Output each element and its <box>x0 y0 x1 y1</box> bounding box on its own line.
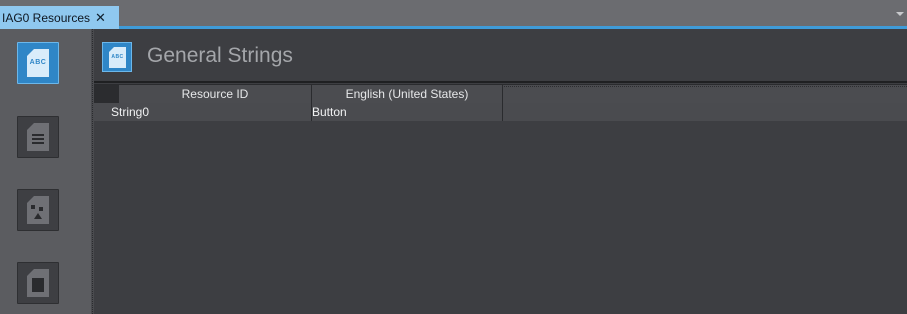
rail-item-images[interactable] <box>17 189 59 231</box>
abc-document-icon: ABC <box>27 49 49 77</box>
file-document-icon <box>27 269 49 297</box>
rail-item-general-strings[interactable]: ABC <box>17 42 59 84</box>
editor-header: ABC General Strings <box>94 29 907 83</box>
tab-overflow-chevron-down-icon[interactable] <box>896 12 904 16</box>
tab-iag0-resources[interactable]: IAG0 Resources ✕ <box>0 6 119 29</box>
table-row[interactable]: String0 Button <box>94 103 907 121</box>
shapes-document-icon <box>27 196 49 224</box>
cell-english-us[interactable]: Button <box>312 103 503 121</box>
close-icon[interactable]: ✕ <box>95 7 106 29</box>
cell-resource-id[interactable]: String0 <box>94 103 312 121</box>
column-header-english-us[interactable]: English (United States) <box>312 85 503 103</box>
row-header-corner[interactable] <box>94 85 119 103</box>
page-title: General Strings <box>147 44 293 67</box>
table-header-row: Resource ID English (United States) <box>94 84 907 103</box>
rail-item-files[interactable] <box>17 262 59 304</box>
strings-table: Resource ID English (United States) Stri… <box>94 84 907 121</box>
document-tab-strip: IAG0 Resources ✕ <box>0 0 907 29</box>
list-document-icon <box>27 123 49 151</box>
abc-document-icon: ABC <box>102 42 132 72</box>
column-header-resource-id[interactable]: Resource ID <box>119 85 312 103</box>
resource-editor: ABC General Strings Resource ID English … <box>94 29 907 314</box>
tab-label: IAG0 Resources <box>2 10 91 25</box>
rail-item-list[interactable] <box>17 116 59 158</box>
resource-category-rail: ABC <box>0 29 92 314</box>
